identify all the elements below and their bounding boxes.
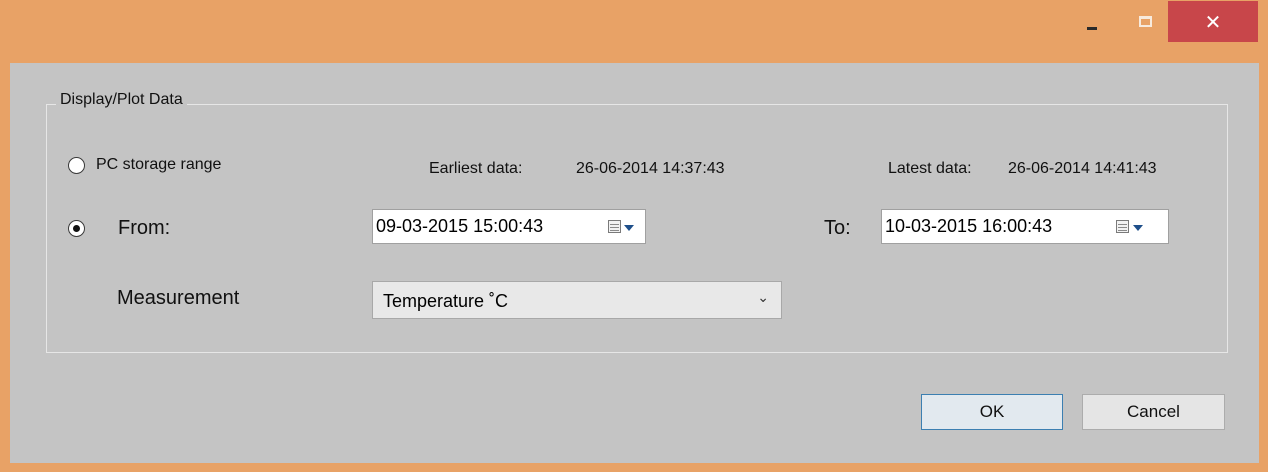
- from-label[interactable]: From:: [118, 217, 170, 240]
- chevron-down-icon: ⌄: [757, 290, 769, 306]
- measurement-select[interactable]: Temperature ˚C ⌄: [372, 281, 782, 319]
- dropdown-arrow-icon[interactable]: [624, 225, 634, 231]
- group-title: Display/Plot Data: [56, 91, 187, 109]
- measurement-label: Measurement: [117, 287, 240, 309]
- from-date-value: 09-03-2015 15:00:43: [376, 216, 544, 236]
- from-radio[interactable]: [68, 220, 85, 237]
- pc-storage-range-radio[interactable]: [68, 157, 85, 174]
- radio-selected-dot: [73, 225, 80, 232]
- to-date-picker[interactable]: 10-03-2015 16:00:43: [881, 209, 1169, 244]
- from-date-picker[interactable]: 09-03-2015 15:00:43: [372, 209, 646, 244]
- minimize-icon: [1087, 27, 1097, 30]
- close-button[interactable]: ✕: [1168, 1, 1258, 42]
- ok-button[interactable]: OK: [921, 394, 1063, 430]
- earliest-data-label: Earliest data:: [429, 160, 523, 177]
- maximize-button[interactable]: [1123, 1, 1167, 42]
- maximize-icon: [1138, 16, 1152, 27]
- calendar-icon[interactable]: [608, 220, 621, 233]
- latest-data-value: 26-06-2014 14:41:43: [1008, 160, 1157, 177]
- calendar-icon[interactable]: [1116, 220, 1129, 233]
- latest-data-label: Latest data:: [888, 160, 972, 177]
- dialog-body: Display/Plot Data PC storage range Earli…: [10, 63, 1259, 463]
- dropdown-arrow-icon[interactable]: [1133, 225, 1143, 231]
- dialog-window: ✕ Display/Plot Data PC storage range Ear…: [0, 0, 1268, 472]
- earliest-data-value: 26-06-2014 14:37:43: [576, 160, 725, 177]
- to-date-value: 10-03-2015 16:00:43: [885, 216, 1053, 236]
- cancel-button[interactable]: Cancel: [1082, 394, 1225, 430]
- title-bar[interactable]: ✕: [0, 0, 1268, 62]
- to-label: To:: [824, 217, 851, 239]
- measurement-selected-value: Temperature ˚C: [383, 291, 509, 311]
- minimize-button[interactable]: [1061, 1, 1123, 42]
- pc-storage-range-label[interactable]: PC storage range: [96, 156, 221, 174]
- close-icon: ✕: [1204, 9, 1222, 34]
